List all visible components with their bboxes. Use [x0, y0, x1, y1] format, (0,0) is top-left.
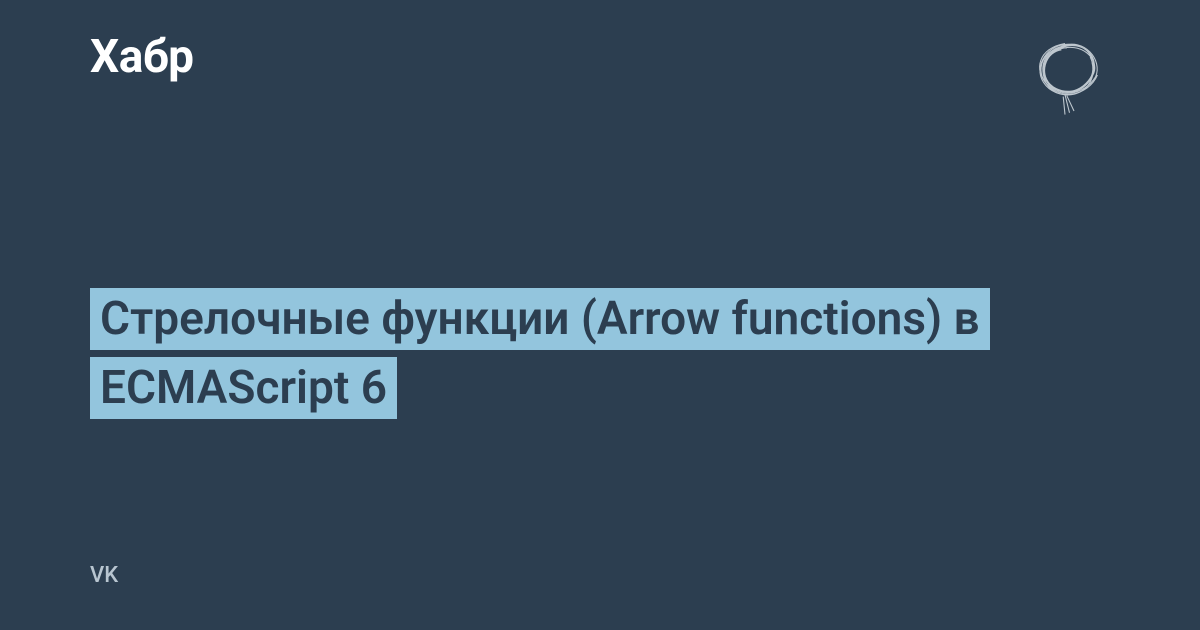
article-title: Стрелочные функции (Arrow functions) в E… [90, 285, 1090, 423]
social-card: Хабр Стрелочные функции (Arrow functions… [0, 0, 1200, 630]
header: Хабр [90, 30, 1110, 120]
author-label: VK [90, 563, 118, 588]
scribble-icon [1020, 30, 1110, 120]
footer: VK [90, 563, 118, 588]
title-section: Стрелочные функции (Arrow functions) в E… [90, 285, 1090, 423]
site-logo: Хабр [90, 30, 194, 84]
